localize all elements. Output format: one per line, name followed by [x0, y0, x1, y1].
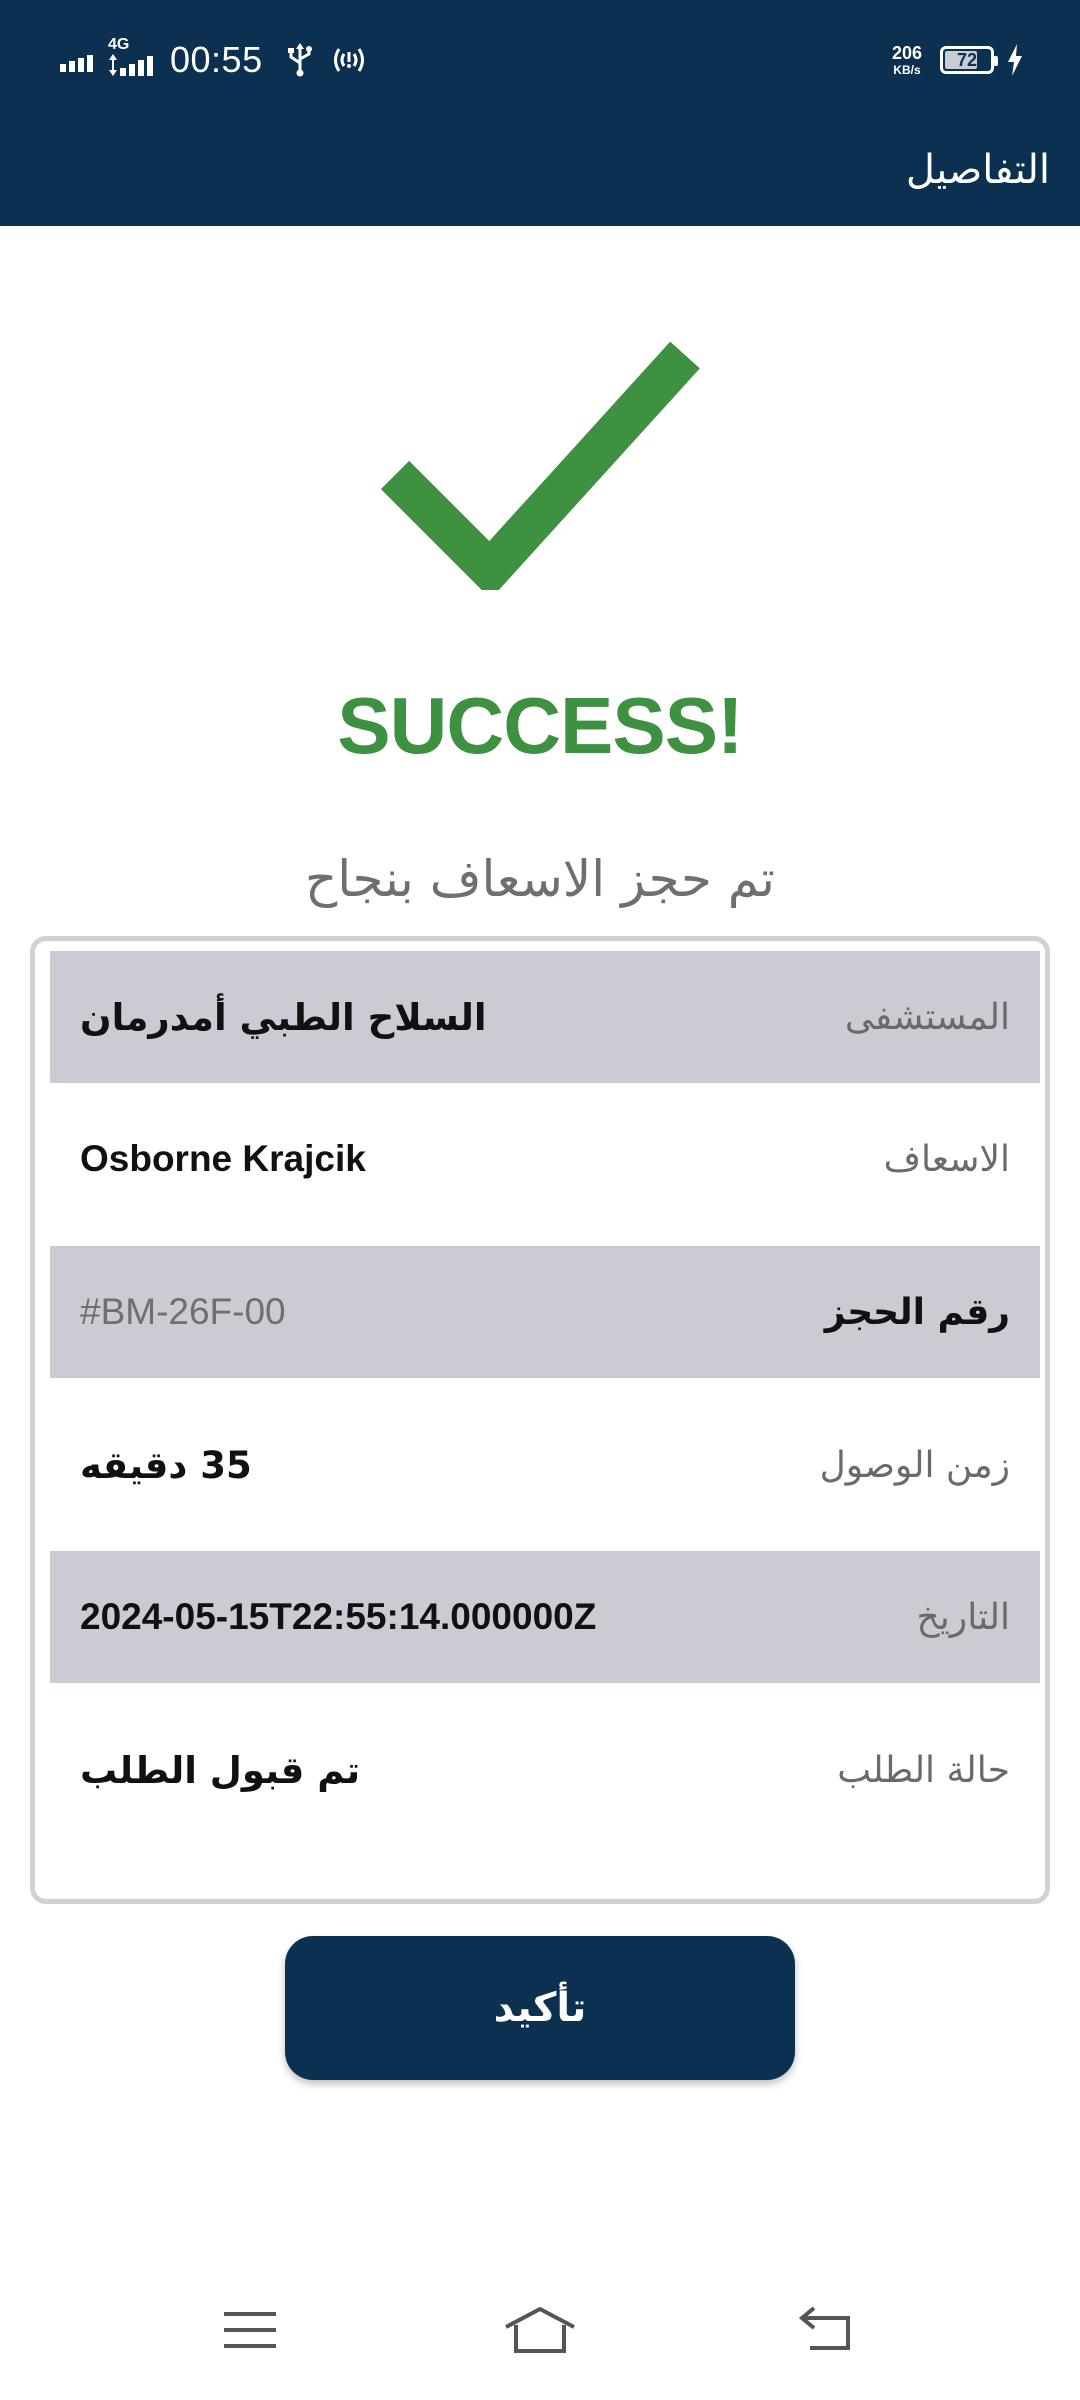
booking-details-card: المستشفى السلاح الطبي أمدرمان الاسعاف Os… — [30, 936, 1050, 1904]
menu-icon[interactable] — [200, 2280, 300, 2380]
signal-4g-icon: 4G — [106, 36, 158, 80]
detail-value: 2024-05-15T22:55:14.000000Z — [80, 1596, 597, 1637]
detail-row-ambulance: الاسعاف Osborne Krajcik — [50, 1093, 1040, 1225]
detail-label: رقم الحجز — [824, 1291, 1010, 1333]
clock: 00:55 — [170, 39, 263, 80]
detail-label: المستشفى — [844, 996, 1010, 1038]
app-bar: التفاصيل — [0, 120, 1080, 226]
detail-value: السلاح الطبي أمدرمان — [80, 995, 487, 1039]
page-title: التفاصيل — [905, 147, 1050, 193]
hotspot-icon — [333, 48, 364, 72]
checkmark-icon — [380, 330, 720, 599]
status-right: 206 KB/s 72 — [892, 34, 1024, 86]
detail-value: تم قبول الطلب — [80, 1748, 361, 1792]
confirm-button[interactable]: تأكيد — [285, 1936, 795, 2080]
detail-value: Osborne Krajcik — [80, 1138, 366, 1179]
detail-row-hospital: المستشفى السلاح الطبي أمدرمان — [50, 951, 1040, 1083]
battery-icon: 72 — [940, 46, 998, 74]
usb-icon — [287, 43, 312, 77]
detail-value: #BM-26F-00 — [80, 1291, 286, 1332]
detail-label: حالة الطلب — [837, 1749, 1010, 1791]
detail-value: 35 دقيقه — [80, 1443, 252, 1487]
charging-icon — [1008, 44, 1022, 76]
status-bar: 4G 00:55 206 KB/s 72 — [0, 0, 1080, 120]
network-speed-unit: KB/s — [893, 63, 921, 77]
network-speed: 206 KB/s — [892, 44, 922, 76]
detail-row-request-status: حالة الطلب تم قبول الطلب — [50, 1704, 1040, 1836]
detail-row-date: التاريخ 2024-05-15T22:55:14.000000Z — [50, 1551, 1040, 1683]
detail-row-booking-number: رقم الحجز #BM-26F-00 — [50, 1246, 1040, 1378]
detail-label: التاريخ — [916, 1596, 1010, 1638]
home-icon[interactable] — [490, 2280, 590, 2380]
status-left: 4G 00:55 — [60, 34, 367, 86]
system-nav-bar — [0, 2280, 1080, 2400]
detail-label: زمن الوصول — [819, 1444, 1010, 1486]
back-icon[interactable] — [776, 2280, 876, 2380]
detail-label: الاسعاف — [883, 1138, 1010, 1180]
signal-icon — [60, 55, 93, 72]
network-speed-value: 206 — [891, 43, 922, 63]
battery-level: 72 — [956, 49, 978, 70]
success-title: SUCCESS! — [337, 681, 743, 770]
success-message: تم حجز الاسعاف بنجاح — [305, 850, 775, 908]
detail-row-arrival-time: زمن الوصول 35 دقيقه — [50, 1399, 1040, 1531]
